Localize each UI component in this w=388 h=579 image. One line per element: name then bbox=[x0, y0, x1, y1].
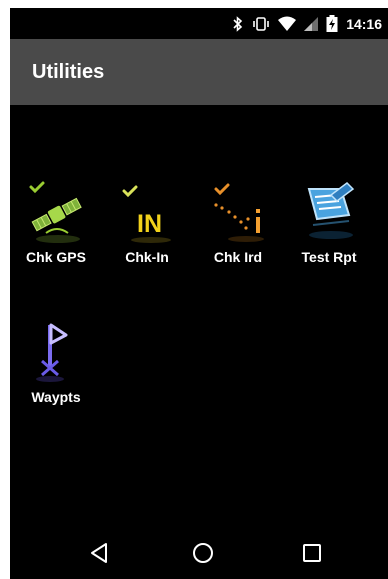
app-label: Chk Ird bbox=[213, 249, 263, 265]
phone-screen: 14:16 Utilities Chk GPS IN Chk-In Chk Ir… bbox=[10, 8, 388, 579]
recents-icon bbox=[303, 544, 321, 562]
waypoint-flag-icon bbox=[36, 323, 68, 382]
iridium-check-icon bbox=[214, 183, 264, 242]
app-tile-waypts[interactable]: Waypts bbox=[11, 315, 101, 425]
app-bar: Utilities bbox=[10, 39, 388, 105]
status-bar: 14:16 bbox=[10, 8, 388, 39]
satellite-check-icon bbox=[29, 181, 82, 243]
app-label: Chk GPS bbox=[26, 249, 86, 265]
app-label: Test Rpt bbox=[301, 249, 357, 265]
home-button[interactable] bbox=[181, 535, 225, 571]
status-time: 14:16 bbox=[346, 15, 382, 32]
recents-button[interactable] bbox=[290, 535, 334, 571]
svg-text:IN: IN bbox=[137, 210, 162, 238]
battery-charging-icon bbox=[326, 15, 338, 32]
check-in-icon: IN bbox=[122, 185, 171, 243]
wifi-icon bbox=[278, 16, 297, 32]
app-grid: Chk GPS IN Chk-In Chk Ird Test Rpt Waypt… bbox=[10, 105, 388, 525]
app-tile-chk-in[interactable]: IN Chk-In bbox=[102, 175, 192, 285]
home-icon bbox=[193, 543, 213, 563]
nav-bar bbox=[10, 525, 388, 579]
app-tile-chk-ird[interactable]: Chk Ird bbox=[193, 175, 283, 285]
vibrate-icon bbox=[252, 16, 270, 32]
back-button[interactable] bbox=[77, 535, 121, 571]
app-tile-test-rpt[interactable]: Test Rpt bbox=[284, 175, 374, 285]
signal-icon bbox=[304, 16, 319, 31]
app-label: Waypts bbox=[31, 389, 81, 405]
report-icon bbox=[307, 182, 355, 239]
page-title: Utilities bbox=[32, 60, 105, 83]
app-label: Chk-In bbox=[125, 249, 169, 265]
back-icon bbox=[91, 543, 107, 563]
bluetooth-icon bbox=[232, 15, 244, 32]
app-tile-chk-gps[interactable]: Chk GPS bbox=[11, 175, 101, 285]
